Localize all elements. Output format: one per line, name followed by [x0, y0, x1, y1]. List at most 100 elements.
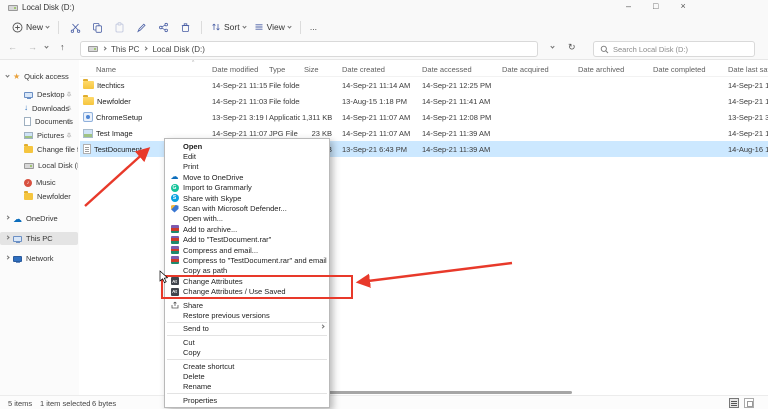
breadcrumb[interactable]: This PC Local Disk (D:)	[80, 41, 538, 57]
menu-item-add-to-archive[interactable]: Add to archive...	[165, 224, 329, 234]
sidebar-item-newfolder[interactable]: Newfolder	[0, 190, 78, 203]
folder-icon	[24, 193, 33, 200]
up-button[interactable]: ↑	[60, 42, 65, 52]
column-header-date-acquired[interactable]: Date acquired	[500, 65, 576, 74]
refresh-icon[interactable]: ↻	[568, 42, 576, 53]
table-row[interactable]: Itechtics 14-Sep-21 11:15 AM File folder…	[80, 77, 768, 93]
column-header-date-accessed[interactable]: Date accessed	[420, 65, 500, 74]
column-header-size[interactable]: Size	[300, 65, 340, 74]
share-button[interactable]	[152, 19, 174, 35]
details-view-toggle[interactable]	[729, 398, 739, 408]
menu-item-share[interactable]: Share	[165, 300, 329, 310]
menu-item-delete[interactable]: Delete	[165, 371, 329, 381]
cut-button[interactable]	[64, 19, 86, 35]
chevron-down-icon	[5, 73, 9, 77]
menu-item-rename[interactable]: Rename	[165, 382, 329, 392]
minimize-button[interactable]: –	[626, 1, 631, 11]
selection-count: 1 item selected	[40, 399, 90, 408]
menu-item-import-to-grammarly[interactable]: GImport to Grammarly	[165, 183, 329, 193]
chevron-right-icon	[5, 235, 9, 239]
forward-button[interactable]: →	[28, 42, 37, 52]
menu-item-properties[interactable]: Properties	[165, 395, 329, 405]
close-button[interactable]: ×	[680, 1, 685, 11]
more-options-button[interactable]: ...	[306, 20, 321, 34]
breadcrumb-this-pc[interactable]: This PC	[111, 45, 139, 54]
thumbnail-view-toggle[interactable]	[744, 398, 754, 408]
menu-item-open-with[interactable]: Open with...	[165, 214, 329, 224]
menu-item-copy[interactable]: Copy	[165, 347, 329, 357]
view-button[interactable]: View	[250, 20, 295, 34]
menu-item-add-to-rar[interactable]: Add to "TestDocument.rar"	[165, 235, 329, 245]
column-header-date-last-saved[interactable]: Date last saved	[726, 65, 768, 74]
menu-separator	[167, 335, 327, 336]
menu-item-create-shortcut[interactable]: Create shortcut	[165, 361, 329, 371]
sidebar-item-label: Music	[36, 178, 56, 187]
copy-button[interactable]	[86, 19, 108, 35]
sidebar-item-downloads[interactable]: ↓ Downloads	[0, 102, 78, 115]
cell-size: 23 KB	[300, 129, 340, 138]
menu-item-cut[interactable]: Cut	[165, 337, 329, 347]
column-header-name[interactable]: Name	[80, 65, 210, 74]
sidebar-item-desktop[interactable]: Desktop	[0, 88, 78, 101]
pin-icon	[66, 118, 72, 125]
column-header-date-created[interactable]: Date created	[340, 65, 420, 74]
delete-button[interactable]	[174, 19, 196, 35]
sidebar-item-local-disk-d[interactable]: Local Disk (D:)	[0, 159, 78, 172]
menu-item-compress-and-email[interactable]: Compress and email...	[165, 245, 329, 255]
sidebar-item-network[interactable]: Network	[0, 252, 78, 265]
menu-item-scan-with-defender[interactable]: Scan with Microsoft Defender...	[165, 203, 329, 213]
menu-item-change-attributes-use-saved[interactable]: AtChange Attributes / Use Saved	[165, 286, 329, 296]
menu-item-open[interactable]: Open	[165, 141, 329, 151]
window-title: Local Disk (D:)	[22, 3, 74, 12]
sort-button[interactable]: Sort	[207, 20, 250, 34]
menu-item-edit[interactable]: Edit	[165, 151, 329, 161]
clipboard-icon	[114, 22, 125, 33]
plus-circle-icon	[12, 22, 23, 33]
menu-separator	[167, 322, 327, 323]
sidebar-item-music[interactable]: ♪ Music	[0, 176, 78, 189]
menu-item-print[interactable]: Print	[165, 162, 329, 172]
sidebar-item-this-pc[interactable]: This PC	[0, 232, 78, 245]
column-header-type[interactable]: Type	[267, 65, 300, 74]
menu-item-move-to-onedrive[interactable]: ☁Move to OneDrive	[165, 172, 329, 182]
document-icon	[83, 144, 91, 154]
sidebar-item-pictures[interactable]: Pictures	[0, 129, 78, 142]
paste-button[interactable]	[108, 19, 130, 35]
cell-date-last-saved: 14-Sep-21 11:03	[726, 97, 768, 106]
menu-item-compress-to-rar-and-email[interactable]: Compress to "TestDocument.rar" and email	[165, 255, 329, 265]
menu-item-copy-as-path[interactable]: Copy as path	[165, 266, 329, 276]
sidebar-item-label: Quick access	[24, 72, 69, 81]
sidebar-item-change-file-folder[interactable]: Change file folder	[0, 143, 78, 156]
sidebar-item-label: Downloads	[32, 104, 69, 113]
cell-date-created: 14-Sep-21 11:07 AM	[340, 113, 420, 122]
breadcrumb-drive[interactable]: Local Disk (D:)	[152, 45, 204, 54]
menu-item-send-to[interactable]: Send to	[165, 324, 329, 334]
sidebar-item-onedrive[interactable]: ☁ OneDrive	[0, 212, 78, 225]
back-button[interactable]: ←	[8, 42, 17, 52]
menu-item-share-with-skype[interactable]: SShare with Skype	[165, 193, 329, 203]
view-lines-icon	[254, 22, 264, 32]
maximize-button[interactable]: □	[653, 1, 658, 11]
table-row[interactable]: ChromeSetup 13-Sep-21 3:19 PM Applicatio…	[80, 109, 768, 125]
documents-icon	[24, 117, 31, 126]
new-button[interactable]: New	[8, 20, 53, 35]
network-icon	[13, 256, 22, 262]
column-header-date-completed[interactable]: Date completed	[651, 65, 726, 74]
menu-item-restore-previous-versions[interactable]: Restore previous versions	[165, 310, 329, 320]
table-row[interactable]: Newfolder 14-Sep-21 11:03 AM File folder…	[80, 93, 768, 109]
address-dropdown-chevron-icon[interactable]	[550, 44, 554, 48]
cell-date-last-saved: 14-Aug-16 1:14	[726, 145, 768, 154]
menu-item-change-attributes[interactable]: AtChange Attributes	[165, 276, 329, 286]
file-name: Newfolder	[97, 97, 131, 106]
recent-locations-chevron-icon[interactable]	[44, 44, 48, 48]
rename-button[interactable]	[130, 19, 152, 35]
cell-date-last-saved: 14-Sep-21 11:07	[726, 129, 768, 138]
search-box[interactable]	[593, 41, 755, 57]
column-header-date-modified[interactable]: Date modified	[210, 65, 267, 74]
submenu-arrow-icon	[320, 324, 324, 328]
sidebar-item-documents[interactable]: Documents	[0, 115, 78, 128]
cell-date-created: 13-Aug-15 1:18 PM	[340, 97, 420, 106]
sidebar-item-quick-access[interactable]: ★ Quick access	[0, 70, 78, 83]
column-header-date-archived[interactable]: Date archived	[576, 65, 651, 74]
search-input[interactable]	[613, 45, 743, 54]
